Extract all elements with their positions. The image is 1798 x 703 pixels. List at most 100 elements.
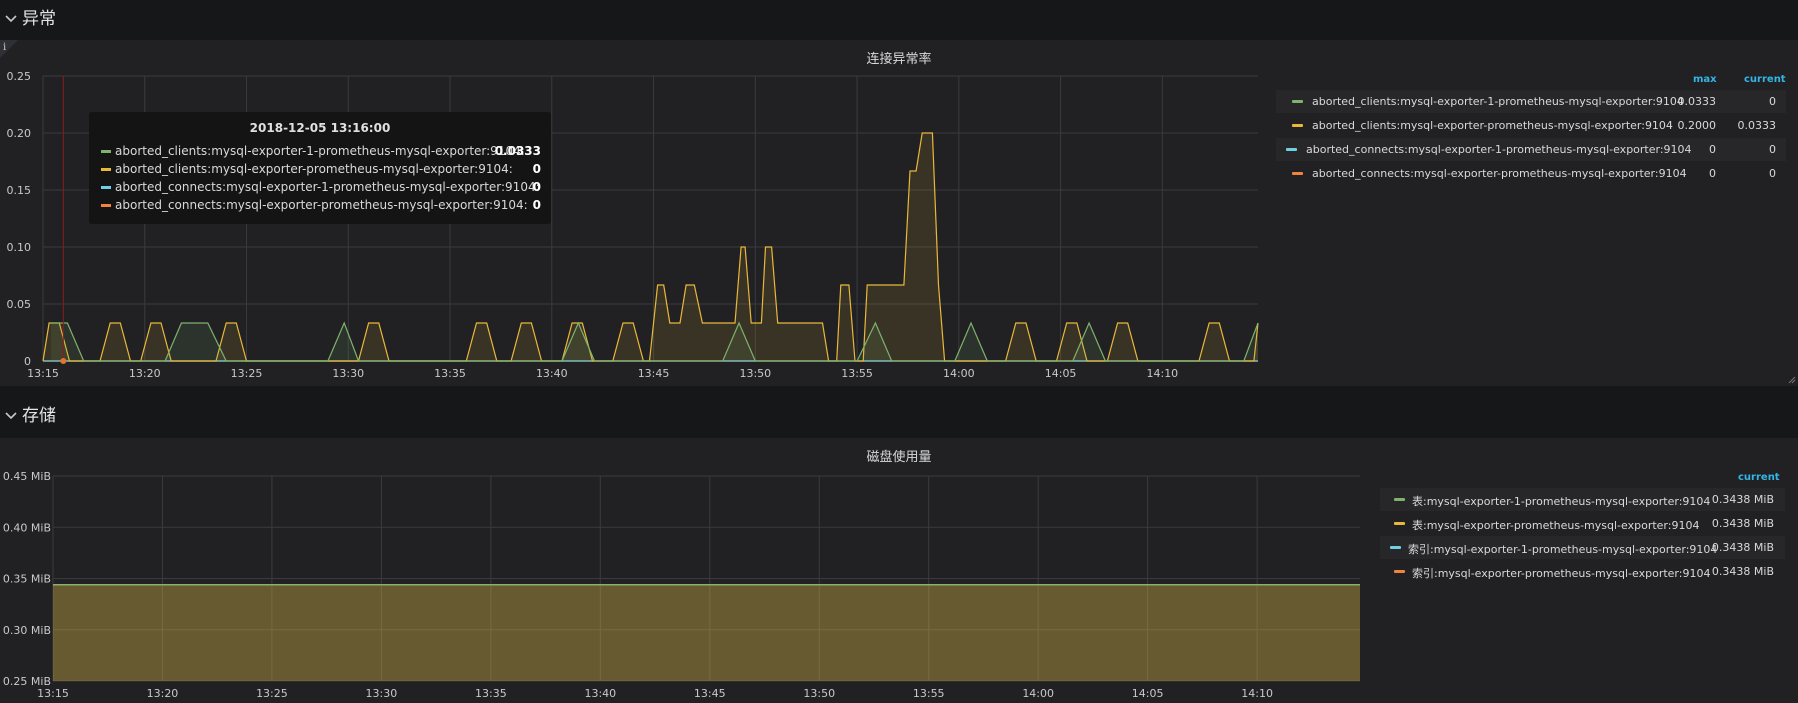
storage-chart[interactable]: 0.25 MiB0.30 MiB0.35 MiB0.40 MiB0.45 MiB… xyxy=(0,438,1370,703)
x-tick-label: 13:50 xyxy=(803,687,835,700)
storage-panel: 磁盘使用量 0.25 MiB 0.30 MiB 0.35 MiB 0.40 MiB 0.… xyxy=(0,438,1798,703)
legend-header-current[interactable]: current xyxy=(1744,74,1786,85)
tooltip-time: 2018-12-05 13:16:00 xyxy=(249,121,391,135)
row-title: 存储 xyxy=(22,406,56,426)
series-area xyxy=(53,584,1360,681)
legend-item[interactable]: aborted_connects:mysql-exporter-1-promet… xyxy=(1276,138,1786,161)
tooltip-series-name: aborted_clients:mysql-exporter-1-prometh… xyxy=(115,144,525,158)
y-tick-label: 0.15 xyxy=(7,184,32,197)
x-tick-label: 14:05 xyxy=(1132,687,1164,700)
x-tick-label: 13:25 xyxy=(256,687,288,700)
row-header-anomaly[interactable]: 异常 xyxy=(0,0,1798,40)
x-tick-label: 13:35 xyxy=(475,687,507,700)
tooltip-row: aborted_connects:mysql-exporter-1-promet… xyxy=(101,179,541,197)
x-tick-label: 13:55 xyxy=(841,367,873,380)
row-title: 异常 xyxy=(22,9,56,29)
series-max: 0 xyxy=(1709,143,1716,156)
x-tick-label: 14:00 xyxy=(943,367,975,380)
series-max: 0.0333 xyxy=(1677,95,1717,108)
series-name[interactable]: 索引:mysql-exporter-prometheus-mysql-expor… xyxy=(1412,565,1710,581)
series-color-swatch[interactable] xyxy=(1286,148,1297,151)
tooltip-series-value: 0.0333 xyxy=(494,144,541,158)
x-tick-label: 13:40 xyxy=(584,687,616,700)
series-current: 0.0333 xyxy=(1737,119,1777,132)
x-tick-label: 13:20 xyxy=(147,687,179,700)
x-tick-label: 14:10 xyxy=(1241,687,1273,700)
tooltip-series-value: 0 xyxy=(532,198,541,212)
series-name[interactable]: 表:mysql-exporter-1-prometheus-mysql-expo… xyxy=(1412,493,1710,509)
legend-header-current[interactable]: current xyxy=(1738,472,1780,483)
series-name[interactable]: 索引:mysql-exporter-1-prometheus-mysql-exp… xyxy=(1408,541,1717,557)
y-tick-label: 0.10 xyxy=(7,241,32,254)
series-color-swatch[interactable] xyxy=(1292,172,1303,175)
storage-legend: current 表:mysql-exporter-1-prometheus-my… xyxy=(1380,468,1785,588)
series-name[interactable]: aborted_connects:mysql-exporter-1-promet… xyxy=(1306,143,1692,156)
series-current: 0.3438 MiB xyxy=(1711,541,1774,554)
series-max: 0 xyxy=(1709,167,1716,180)
anomaly-legend: max current aborted_clients:mysql-export… xyxy=(1276,70,1786,230)
series-color-swatch xyxy=(101,150,111,153)
legend-item[interactable]: aborted_clients:mysql-exporter-1-prometh… xyxy=(1276,90,1786,113)
resize-handle-icon[interactable] xyxy=(1788,376,1796,384)
x-tick-label: 13:15 xyxy=(27,367,59,380)
x-tick-label: 13:55 xyxy=(913,687,945,700)
tooltip-series-name: aborted_clients:mysql-exporter-prometheu… xyxy=(115,162,513,176)
chevron-down-icon[interactable] xyxy=(4,409,18,423)
x-tick-label: 13:50 xyxy=(739,367,771,380)
x-tick-label: 14:00 xyxy=(1022,687,1054,700)
legend-header-max[interactable]: max xyxy=(1693,74,1717,85)
x-tick-label: 13:40 xyxy=(536,367,568,380)
hover-point xyxy=(60,358,67,364)
y-tick-label: 0.05 xyxy=(7,298,32,311)
tooltip-series-value: 0 xyxy=(532,180,541,194)
tooltip-row: aborted_clients:mysql-exporter-prometheu… xyxy=(101,161,541,179)
graph-tooltip: 2018-12-05 13:16:00 aborted_clients:mysq… xyxy=(89,112,551,224)
series-name[interactable]: aborted_clients:mysql-exporter-prometheu… xyxy=(1312,119,1673,132)
y-tick-label: 0.25 xyxy=(7,70,32,83)
x-tick-label: 13:35 xyxy=(434,367,466,380)
series-name[interactable]: aborted_connects:mysql-exporter-promethe… xyxy=(1312,167,1687,180)
series-color-swatch xyxy=(101,204,111,207)
series-current: 0 xyxy=(1769,143,1776,156)
legend-item[interactable]: 索引:mysql-exporter-prometheus-mysql-expor… xyxy=(1380,560,1785,583)
y-tick-label: 0.40 MiB xyxy=(3,521,51,534)
tooltip-series-name: aborted_connects:mysql-exporter-promethe… xyxy=(115,198,528,212)
series-color-swatch[interactable] xyxy=(1390,546,1401,549)
x-tick-label: 13:30 xyxy=(332,367,364,380)
x-tick-label: 13:15 xyxy=(37,687,69,700)
tooltip-row: aborted_clients:mysql-exporter-1-prometh… xyxy=(101,143,541,161)
series-current: 0 xyxy=(1769,95,1776,108)
series-color-swatch[interactable] xyxy=(1394,570,1405,573)
series-max: 0.2000 xyxy=(1677,119,1717,132)
legend-item[interactable]: 表:mysql-exporter-prometheus-mysql-export… xyxy=(1380,512,1785,535)
legend-item[interactable]: 表:mysql-exporter-1-prometheus-mysql-expo… xyxy=(1380,488,1785,511)
series-current: 0.3438 MiB xyxy=(1711,517,1774,530)
series-color-swatch[interactable] xyxy=(1394,498,1405,501)
x-tick-label: 13:45 xyxy=(638,367,670,380)
legend-item[interactable]: aborted_connects:mysql-exporter-promethe… xyxy=(1276,162,1786,185)
series-name[interactable]: 表:mysql-exporter-prometheus-mysql-export… xyxy=(1412,517,1699,533)
series-color-swatch[interactable] xyxy=(1292,100,1303,103)
chevron-down-icon[interactable] xyxy=(4,12,18,26)
row-header-storage[interactable]: 存储 xyxy=(0,397,1798,437)
y-tick-label: 0.45 MiB xyxy=(3,470,51,483)
series-color-swatch xyxy=(101,186,111,189)
tooltip-row: aborted_connects:mysql-exporter-promethe… xyxy=(101,197,541,215)
series-color-swatch xyxy=(101,168,111,171)
y-tick-label: 0.20 xyxy=(7,127,32,140)
x-tick-label: 13:25 xyxy=(231,367,263,380)
series-current: 0.3438 MiB xyxy=(1711,565,1774,578)
y-tick-label: 0.35 MiB xyxy=(3,573,51,586)
series-color-swatch[interactable] xyxy=(1292,124,1303,127)
tooltip-series-value: 0 xyxy=(532,162,541,176)
series-color-swatch[interactable] xyxy=(1394,522,1405,525)
y-tick-label: 0.30 MiB xyxy=(3,624,51,637)
x-tick-label: 13:20 xyxy=(129,367,161,380)
x-tick-label: 13:45 xyxy=(694,687,726,700)
series-name[interactable]: aborted_clients:mysql-exporter-1-prometh… xyxy=(1312,95,1684,108)
legend-item[interactable]: aborted_clients:mysql-exporter-prometheu… xyxy=(1276,114,1786,137)
tooltip-series-name: aborted_connects:mysql-exporter-1-promet… xyxy=(115,180,540,194)
x-tick-label: 14:10 xyxy=(1146,367,1178,380)
series-current: 0.3438 MiB xyxy=(1711,493,1774,506)
legend-item[interactable]: 索引:mysql-exporter-1-prometheus-mysql-exp… xyxy=(1380,536,1785,559)
